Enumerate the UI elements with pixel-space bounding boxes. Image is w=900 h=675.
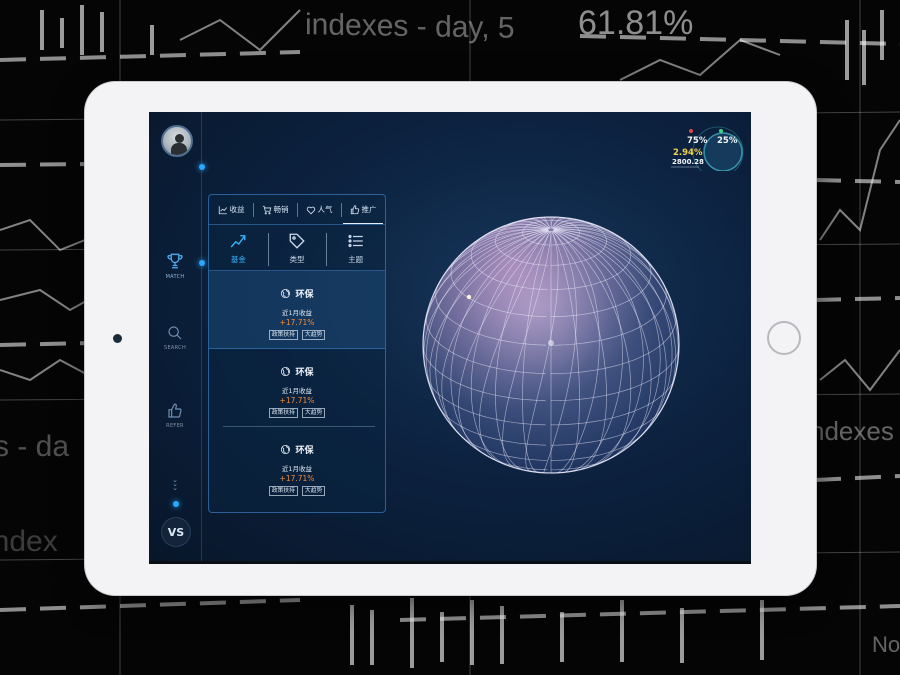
list-icon: [348, 234, 363, 248]
indicator-dot: [199, 164, 205, 170]
wireframe-globe[interactable]: [421, 215, 681, 475]
right-percent: 25%: [717, 136, 738, 146]
indicator-dot: [173, 501, 179, 507]
red-status-dot: [689, 129, 693, 133]
sidebar-item-label: MATCH: [165, 274, 185, 280]
globe-icon: [281, 366, 291, 377]
card-tag: 大趋势: [301, 330, 326, 340]
card-title-text: 环保: [295, 446, 314, 456]
backdrop-text: index: [0, 525, 58, 558]
category-type[interactable]: 类型: [267, 230, 327, 270]
heart-icon: [306, 206, 315, 214]
sidebar-item-match[interactable]: MATCH: [159, 252, 191, 280]
card-return-value: +17.71%: [279, 318, 315, 327]
green-status-dot: [719, 129, 723, 133]
card-title: 环保: [280, 365, 314, 378]
card-title: 环保: [280, 443, 314, 456]
card-tag: 政策扶持: [268, 408, 298, 418]
index-value: 2800.28: [672, 158, 704, 166]
thumbs-up-icon: [350, 204, 359, 214]
tab-label: 收益: [229, 205, 245, 214]
avatar[interactable]: [161, 125, 193, 157]
app-screen: MATCH SEARCH REFER ⌄ ⌄ ⌄ VS 收益 畅销 人气 推广 …: [149, 112, 751, 564]
double-chevron-down-icon[interactable]: ⌄ ⌄ ⌄: [170, 477, 180, 492]
fund-card[interactable]: 环保 近1月收益 +17.71% 政策扶持 大趋势: [209, 427, 385, 505]
category-label: 基金: [230, 255, 246, 264]
card-subtitle: 近1月收益: [281, 387, 313, 395]
camera: [113, 334, 122, 343]
tab-returns[interactable]: 收益: [209, 195, 253, 224]
card-title-text: 环保: [295, 368, 314, 378]
tab-label: 推广: [361, 205, 377, 214]
card-tag: 政策扶持: [268, 330, 298, 340]
trophy-icon: [167, 253, 183, 269]
sidebar-item-label: SEARCH: [163, 345, 187, 351]
sidebar-item-search[interactable]: SEARCH: [159, 325, 191, 351]
home-button[interactable]: [767, 321, 801, 355]
card-tag: 大趋势: [301, 408, 326, 418]
vs-button[interactable]: VS: [161, 517, 191, 547]
card-subtitle: 近1月收益: [281, 309, 313, 317]
tag-icon: [289, 233, 305, 249]
tab-promoted[interactable]: 推广: [341, 195, 385, 224]
left-percent: 75%: [687, 136, 708, 146]
tab-popular[interactable]: 人气: [297, 195, 341, 224]
tab-bestselling[interactable]: 畅销: [253, 195, 297, 224]
search-icon: [168, 326, 182, 340]
trend-up-icon: [231, 235, 246, 248]
globe-icon: [281, 288, 291, 299]
card-return-value: +17.71%: [279, 396, 315, 405]
thumbs-up-icon: [168, 403, 182, 418]
market-stats-widget[interactable]: 75% 25% 2.94% 2800.28: [667, 125, 745, 171]
change-percent: 2.94%: [673, 148, 703, 158]
card-tag: 大趋势: [301, 486, 326, 496]
indicator-dot: [199, 260, 205, 266]
fund-card[interactable]: 环保 近1月收益 +17.71% 政策扶持 大趋势: [209, 271, 385, 349]
category-label: 主题: [348, 255, 364, 264]
line-chart-icon: [218, 205, 227, 214]
card-tag: 政策扶持: [268, 486, 298, 496]
tab-label: 人气: [317, 205, 333, 214]
backdrop-text: indexes - day, 5: [305, 8, 515, 45]
category-fund[interactable]: 基金: [209, 230, 268, 270]
backdrop-text: 61.81%: [578, 4, 694, 42]
card-return-value: +17.71%: [279, 474, 315, 483]
card-subtitle: 近1月收益: [281, 465, 313, 473]
card-title: 环保: [280, 287, 314, 300]
globe-icon: [281, 444, 291, 455]
tab-label: 畅销: [273, 205, 289, 214]
fund-card[interactable]: 环保 近1月收益 +17.71% 政策扶持 大趋势: [209, 349, 385, 427]
cart-icon: [262, 205, 271, 214]
fund-panel: 收益 畅销 人气 推广 基金 类型 主题 环保 近1月收益 +17.71% 政策…: [208, 194, 386, 513]
backdrop-text: Nov: [872, 632, 900, 657]
rail-divider: [201, 112, 202, 564]
category-label: 类型: [289, 255, 305, 264]
screen-bottom-edge: [149, 561, 751, 564]
sidebar-item-refer[interactable]: REFER: [159, 403, 191, 429]
category-theme[interactable]: 主题: [326, 230, 385, 270]
category-bar: 基金 类型 主题: [209, 225, 385, 271]
backdrop-text: s - da: [0, 430, 70, 463]
card-title-text: 环保: [295, 290, 314, 300]
backdrop-text: ndexes - d: [810, 416, 900, 446]
sidebar-item-label: REFER: [166, 423, 184, 429]
tab-bar: 收益 畅销 人气 推广: [209, 195, 385, 225]
